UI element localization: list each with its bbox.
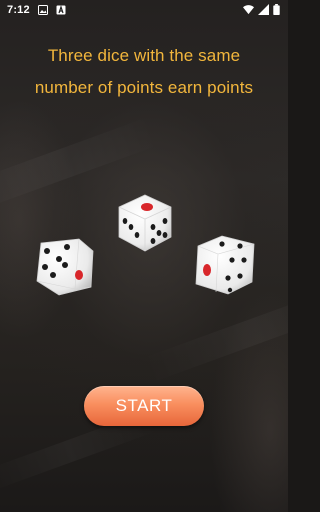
die-top [115, 193, 175, 253]
pip-red [75, 270, 83, 280]
die-top-graphic [118, 194, 172, 252]
wifi-icon [243, 4, 254, 18]
status-bar: 7:12 [0, 0, 288, 20]
gallery-icon [37, 5, 48, 15]
die-left-graphic [36, 238, 94, 296]
signal-icon [258, 4, 269, 18]
pip-red [203, 264, 211, 276]
start-button[interactable]: START [84, 386, 204, 426]
font-icon [56, 5, 66, 15]
status-time: 7:12 [7, 4, 30, 16]
game-rule-headline: Three dice with the same number of point… [34, 46, 254, 97]
die-right-graphic [195, 235, 255, 295]
game-screen: 7:12 Three dice with the same number of … [0, 0, 288, 512]
die-right [194, 234, 255, 295]
pip-red [141, 203, 153, 211]
background-texture [142, 283, 288, 383]
die-left [35, 237, 95, 297]
battery-icon [273, 4, 280, 18]
status-right-icons [243, 4, 280, 18]
